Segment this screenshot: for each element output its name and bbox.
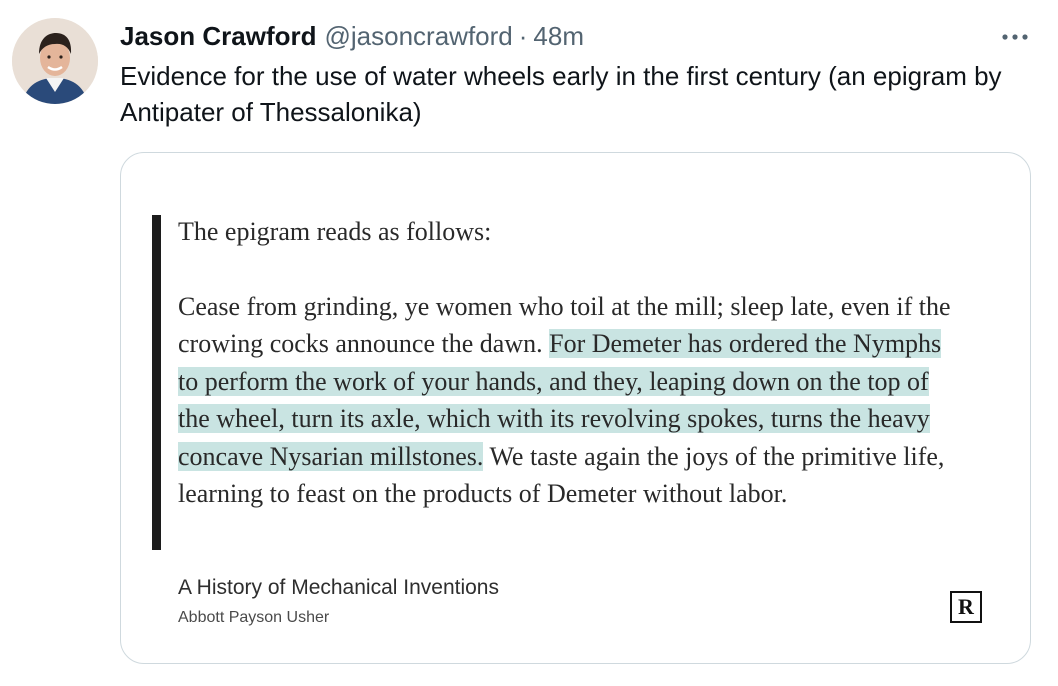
tweet-header: Jason Crawford @jasoncrawford · 48m [120, 18, 584, 54]
readwise-logo-icon: R [950, 591, 982, 623]
more-options-button[interactable] [998, 20, 1032, 54]
tweet-timestamp[interactable]: 48m [533, 21, 584, 52]
separator-dot: · [518, 20, 528, 51]
quote-card[interactable]: The epigram reads as follows: Cease from… [120, 152, 1031, 664]
tweet-text: Evidence for the use of water wheels ear… [120, 61, 1002, 127]
author-name[interactable]: Jason Crawford [120, 21, 317, 52]
quote-intro: The epigram reads as follows: [178, 217, 492, 246]
author-handle[interactable]: @jasoncrawford [325, 21, 513, 52]
more-options-icon [1002, 34, 1028, 40]
book-author: Abbott Payson Usher [178, 609, 330, 626]
epigram-quote: The epigram reads as follows: Cease from… [178, 213, 958, 513]
logo-letter: R [958, 594, 974, 619]
avatar[interactable] [12, 18, 98, 104]
blockquote-bar [152, 215, 161, 550]
quote-body: Cease from grinding, ye women who toil a… [178, 288, 958, 513]
book-title: A History of Mechanical Inventions [178, 576, 499, 599]
avatar-photo [12, 18, 98, 104]
